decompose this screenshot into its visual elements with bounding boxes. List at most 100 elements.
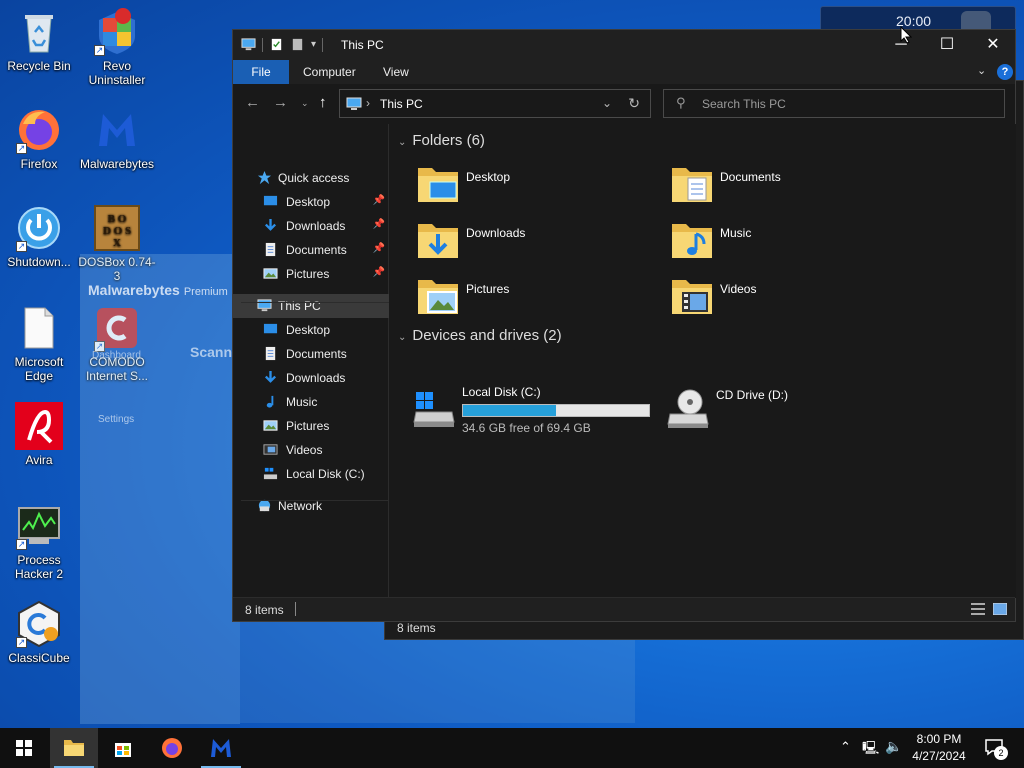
folders-group-header[interactable]: ⌄ Folders (6) <box>398 132 485 149</box>
details-view-icon[interactable] <box>971 603 985 615</box>
malwarebytes-brand: Malwarebytes Premium <box>88 282 228 298</box>
nav-item-documents[interactable]: Documents 📌 <box>233 238 389 262</box>
avira-icon <box>15 402 63 450</box>
desktop-icon-firefox[interactable]: ↗ Firefox <box>0 106 78 171</box>
nav-item-quick-access[interactable]: Quick access <box>233 166 389 190</box>
start-icon <box>16 740 32 756</box>
ribbon-expand-icon[interactable]: ⌄ <box>977 64 986 77</box>
tab-computer[interactable]: Computer <box>303 60 356 84</box>
desktop-icon-recycle-bin[interactable]: Recycle Bin <box>0 8 78 73</box>
search-box[interactable]: ⚲ <box>663 89 1005 118</box>
search-input[interactable] <box>702 95 992 113</box>
back-arrow-icon[interactable]: ← <box>245 94 260 111</box>
folder-music[interactable]: Music <box>670 218 920 268</box>
navigation-bar: ← → ⌄ ↑ › This PC ⌄ ↻ ⚲ <box>233 84 1015 124</box>
folder-documents[interactable]: Documents <box>670 162 920 212</box>
nav-item-downloads[interactable]: Downloads 📌 <box>233 214 389 238</box>
nav-item-documents[interactable]: Documents <box>233 342 389 366</box>
pictures-folder-icon <box>418 280 458 314</box>
dashboard-label: Dashboard <box>92 350 141 361</box>
folder-pictures[interactable]: Pictures <box>416 274 666 324</box>
drive-local-disk-c[interactable]: Local Disk (C:) 34.6 GB free of 69.4 GB <box>412 385 662 436</box>
drives-group-header[interactable]: ⌄ Devices and drives (2) <box>398 327 562 344</box>
computer-icon <box>257 298 272 313</box>
refresh-icon[interactable]: ↻ <box>628 95 640 112</box>
nav-item-label: Network <box>278 499 323 513</box>
folder-downloads[interactable]: Downloads <box>416 218 666 268</box>
nav-item-network[interactable]: Network <box>233 494 389 518</box>
file-explorer-window[interactable]: ▾ This PC ─ ☐ ✕ File Computer View ⌄ ? ←… <box>232 29 1016 622</box>
process-hacker-icon: ↗ <box>15 502 63 550</box>
start-button[interactable] <box>0 728 48 768</box>
pictures-icon <box>263 266 278 281</box>
network-icon[interactable]: 🖳 <box>862 739 879 768</box>
folder-desktop[interactable]: Desktop <box>416 162 666 212</box>
taskbar-firefox[interactable] <box>148 728 196 768</box>
address-dropdown-icon[interactable]: ⌄ <box>602 96 612 110</box>
classicube-icon: ↗ <box>15 600 63 648</box>
status-divider <box>295 602 296 616</box>
background-status-text: 8 items <box>397 621 436 635</box>
shutdown-icon: ↗ <box>15 204 63 252</box>
tray-overflow-icon[interactable]: ⌃ <box>840 739 851 768</box>
nav-item-downloads[interactable]: Downloads <box>233 366 389 390</box>
pin-icon: 📌 <box>372 219 385 230</box>
shortcut-arrow-icon: ↗ <box>16 539 27 550</box>
downloads-folder-icon <box>418 224 458 258</box>
local-disk-icon <box>413 392 455 427</box>
action-center-button[interactable]: 2 <box>984 738 1008 760</box>
nav-item-music[interactable]: Music <box>233 390 389 414</box>
recent-locations-icon[interactable]: ⌄ <box>301 98 309 109</box>
maximize-button[interactable]: ☐ <box>924 30 970 60</box>
forward-arrow-icon[interactable]: → <box>273 94 288 111</box>
taskbar-file-explorer[interactable] <box>50 728 98 768</box>
desktop-icon-process-hacker[interactable]: ↗ Process Hacker 2 <box>0 502 78 581</box>
chevron-down-icon: ⌄ <box>398 137 407 148</box>
clock-date: 4/27/2024 <box>912 749 966 763</box>
properties-icon[interactable] <box>269 37 284 52</box>
clock-time: 8:00 PM <box>916 732 962 746</box>
tab-file[interactable]: File <box>233 60 289 84</box>
address-bar[interactable]: › This PC ⌄ ↻ <box>339 89 651 118</box>
tab-view[interactable]: View <box>383 60 409 84</box>
breadcrumb-this-pc[interactable]: This PC <box>380 97 423 111</box>
title-bar[interactable]: ▾ This PC ─ ☐ ✕ <box>233 30 1015 60</box>
item-count: 8 items <box>245 603 284 617</box>
desktop-icon-edge[interactable]: Microsoft Edge <box>0 304 78 383</box>
nav-item-videos[interactable]: Videos <box>233 438 389 462</box>
document-icon <box>263 346 278 361</box>
help-icon[interactable]: ? <box>997 64 1013 80</box>
nav-item-desktop[interactable]: Desktop 📌 <box>233 190 389 214</box>
disk-usage-fill <box>463 405 556 416</box>
shortcut-arrow-icon: ↗ <box>94 45 105 56</box>
desktop-icon-classicube[interactable]: ↗ ClassiCube <box>0 600 78 665</box>
large-icons-view-icon[interactable] <box>993 603 1007 615</box>
up-arrow-icon[interactable]: ↑ <box>319 94 327 111</box>
desktop-icon-revo-uninstaller[interactable]: ↗ Revo Uninstaller <box>78 8 156 87</box>
folder-videos[interactable]: Videos <box>670 274 920 324</box>
close-button[interactable]: ✕ <box>970 30 1016 60</box>
desktop-icon-shutdown[interactable]: ↗ Shutdown... <box>0 204 78 269</box>
nav-item-label: Downloads <box>286 371 346 385</box>
new-folder-icon[interactable] <box>290 37 305 52</box>
desktop-icon-avira[interactable]: Avira <box>0 402 78 467</box>
nav-item-pictures[interactable]: Pictures 📌 <box>233 262 389 286</box>
cd-drive-icon <box>667 389 709 428</box>
taskbar-clock[interactable]: 8:00 PM 4/27/2024 <box>898 731 980 765</box>
nav-item-label: Desktop <box>286 195 331 209</box>
pin-icon: 📌 <box>372 267 385 278</box>
taskbar-malwarebytes[interactable] <box>197 728 245 768</box>
taskbar-store[interactable] <box>99 728 147 768</box>
this-pc-icon <box>241 38 256 51</box>
desktop-icon-malwarebytes[interactable]: Malwarebytes <box>78 106 156 171</box>
ribbon: File Computer View ⌄ ? <box>233 60 1015 84</box>
recycle-bin-icon <box>15 8 63 56</box>
videos-folder-icon <box>672 280 712 314</box>
nav-item-desktop[interactable]: Desktop <box>233 318 389 342</box>
pin-icon: 📌 <box>372 243 385 254</box>
nav-item-local-disk-c[interactable]: Local Disk (C:) <box>233 462 389 486</box>
qat-dropdown-icon[interactable]: ▾ <box>311 39 316 50</box>
drive-cd-d[interactable]: CD Drive (D:) <box>666 386 916 436</box>
nav-item-this-pc[interactable]: This PC <box>233 294 389 318</box>
nav-item-pictures[interactable]: Pictures <box>233 414 389 438</box>
